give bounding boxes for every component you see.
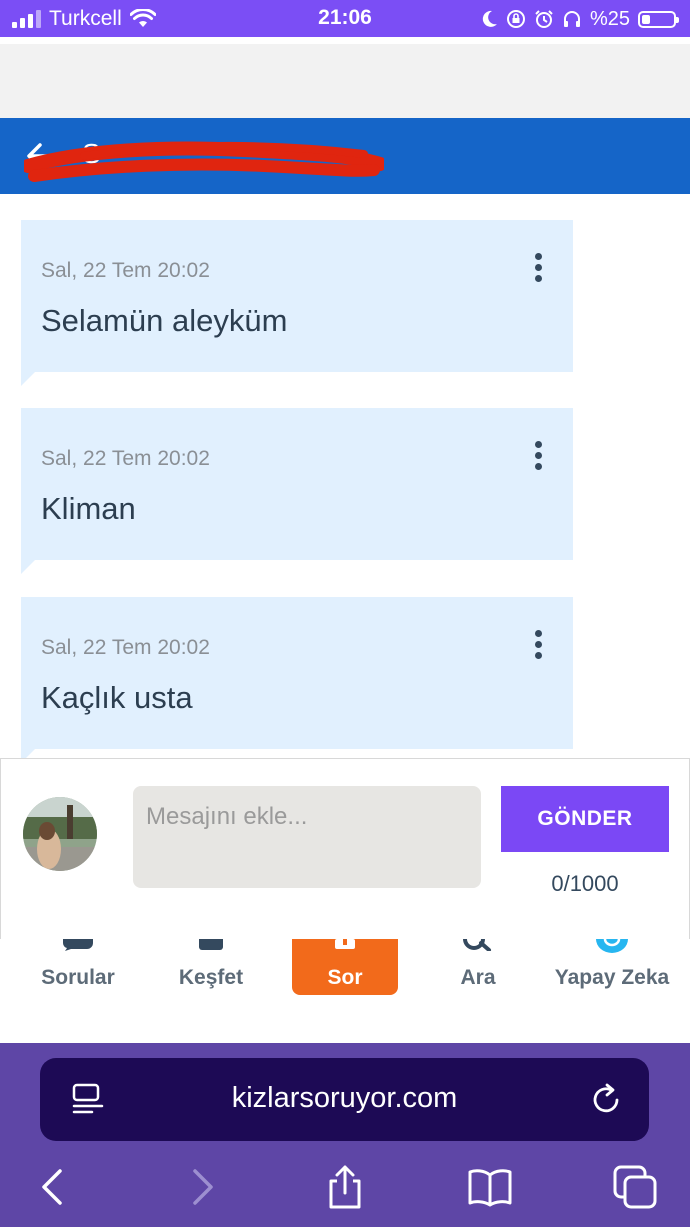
more-options-icon[interactable]: [529, 627, 547, 663]
ai-icon: [596, 939, 628, 953]
battery-icon: [638, 10, 679, 28]
more-options-icon[interactable]: [529, 438, 547, 474]
message-text: Selamün aleyküm: [41, 303, 288, 338]
tabs-icon[interactable]: [611, 1163, 659, 1211]
avatar-photo: [23, 797, 97, 871]
address-bar[interactable]: kizlarsoruyor.com: [40, 1058, 649, 1141]
alarm-icon: [535, 10, 553, 28]
url-text: kizlarsoruyor.com: [231, 1082, 458, 1114]
message-composer: GÖNDER 0/1000: [0, 758, 690, 940]
nav-label: Ara: [460, 966, 496, 989]
message-bubble: Sal, 22 Tem 20:02 Kaçlık usta: [21, 597, 573, 763]
headphones-icon: [563, 11, 580, 27]
message-date: Sal, 22 Tem 20:02: [41, 447, 210, 470]
redaction-scribble: [24, 141, 384, 182]
nav-label: Sor: [327, 966, 363, 989]
bookmarks-icon[interactable]: [466, 1163, 514, 1211]
bubble-tail: [21, 372, 35, 386]
bubble-tail: [21, 560, 35, 574]
status-bar: Turkcell 21:06 %25: [0, 0, 690, 37]
nav-item-kesfet[interactable]: Keşfet: [151, 939, 271, 999]
avatar: [23, 797, 97, 871]
nav-label: Keşfet: [178, 966, 244, 989]
page-top-spacer: [0, 44, 690, 118]
rotation-lock-icon: [506, 10, 525, 28]
moon-icon: [482, 10, 497, 27]
message-text: Kaçlık usta: [41, 680, 193, 715]
nav-item-sor[interactable]: Sor: [292, 939, 398, 995]
message-bubble: Sal, 22 Tem 20:02 Kliman: [21, 408, 573, 574]
nav-item-sorular[interactable]: Sorular: [18, 939, 138, 999]
nav-label: Sorular: [41, 966, 115, 989]
search-icon: [463, 939, 491, 951]
message-bubble: Sal, 22 Tem 20:02 Selamün aleyküm: [21, 220, 573, 386]
nav-label: Yapay Zeka: [554, 966, 670, 989]
character-counter: 0/1000: [551, 871, 619, 896]
send-button[interactable]: GÖNDER: [501, 786, 669, 852]
nav-item-ara[interactable]: Ara: [418, 939, 538, 999]
back-icon[interactable]: [29, 1163, 77, 1211]
chat-bubble-icon: [62, 939, 93, 951]
reload-icon[interactable]: [589, 1082, 625, 1118]
message-date: Sal, 22 Tem 20:02: [41, 259, 210, 282]
forward-icon[interactable]: [178, 1163, 226, 1211]
more-options-icon[interactable]: [529, 250, 547, 286]
browser-toolbar: kizlarsoruyor.com: [0, 1043, 690, 1227]
nav-item-yapay-zeka[interactable]: Yapay Zeka: [551, 939, 673, 999]
status-right: %25: [480, 6, 679, 32]
battery-percent: %25: [589, 7, 630, 30]
bottom-navigation: Sorular Keşfet Sor Ara Yapay Zeka: [0, 939, 690, 1043]
plus-icon: [335, 939, 355, 949]
stack-icon: [199, 939, 223, 950]
message-date: Sal, 22 Tem 20:02: [41, 636, 210, 659]
share-icon[interactable]: [321, 1163, 369, 1211]
message-text: Kliman: [41, 491, 136, 526]
message-input[interactable]: [133, 786, 481, 888]
